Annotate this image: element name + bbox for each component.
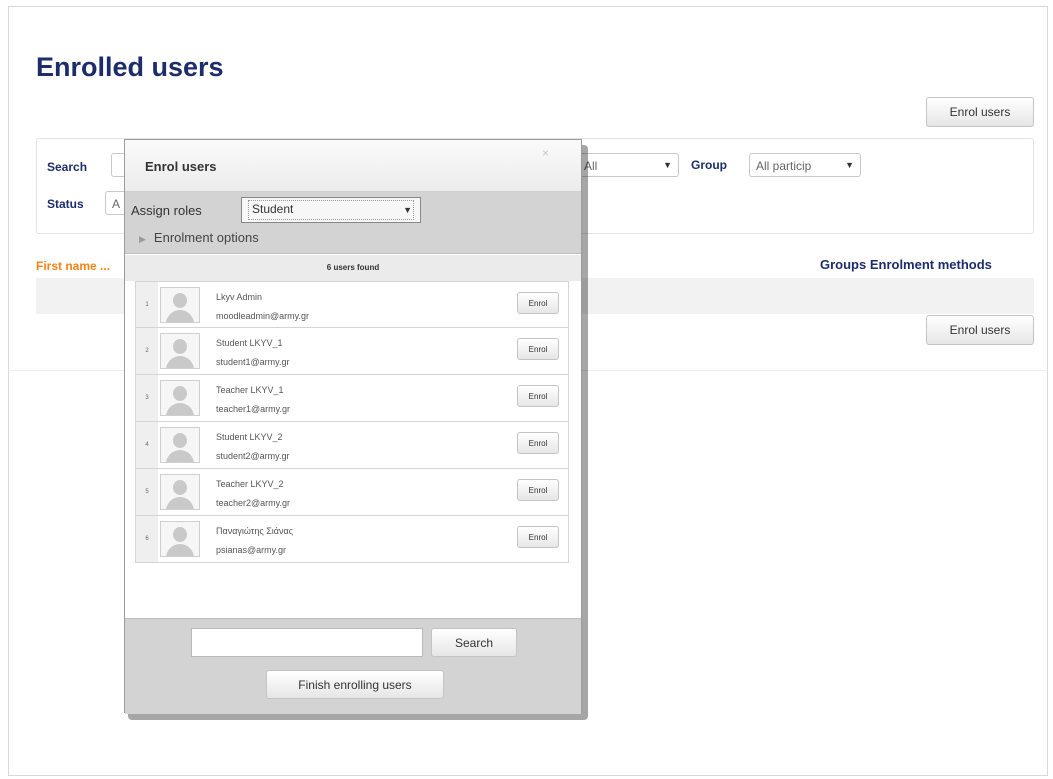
- status-select-value: A: [112, 197, 121, 211]
- chevron-down-icon: ▼: [403, 205, 412, 215]
- user-email: student2@army.gr: [216, 451, 290, 461]
- users-found-count: 6 users found: [125, 255, 581, 281]
- assign-roles-label: Assign roles: [131, 203, 202, 218]
- status-label: Status: [47, 197, 84, 211]
- user-list: 1 Lkyv Admin moodleadmin@army.gr Enrol 2…: [135, 281, 569, 563]
- user-name: Lkyv Admin: [216, 292, 263, 302]
- enrol-users-dialog: Enrol users × Assign roles Student ▼ ▶ En…: [124, 139, 582, 714]
- user-name: Student LKYV_1: [216, 338, 283, 348]
- search-button[interactable]: Search: [431, 628, 517, 657]
- user-placeholder-icon: [160, 474, 200, 510]
- chevron-down-icon: ▼: [663, 160, 672, 170]
- focus-ring: [248, 200, 414, 220]
- column-headers-groups-enrolment: Groups Enrolment methods: [820, 257, 992, 272]
- user-row: 1 Lkyv Admin moodleadmin@army.gr Enrol: [135, 281, 569, 328]
- user-placeholder-icon: [160, 521, 200, 557]
- page-title: Enrolled users: [36, 52, 224, 82]
- user-name: Student LKYV_2: [216, 432, 283, 442]
- user-email: teacher1@army.gr: [216, 404, 290, 414]
- group-select-value: All particip: [756, 159, 812, 173]
- row-number: 3: [136, 375, 158, 421]
- enrolment-options-label: Enrolment options: [153, 230, 259, 245]
- row-number: 6: [136, 516, 158, 562]
- dialog-options-bar: Assign roles Student ▼ ▶ Enrolment option…: [125, 192, 581, 254]
- dialog-footer: Search Finish enrolling users: [125, 618, 581, 714]
- user-placeholder-icon: [160, 380, 200, 416]
- row-number: 5: [136, 469, 158, 515]
- user-row: 4 Student LKYV_2 student2@army.gr Enrol: [135, 422, 569, 469]
- user-row: 5 Teacher LKYV_2 teacher2@army.gr Enrol: [135, 469, 569, 516]
- row-number: 1: [136, 282, 158, 327]
- user-row: 6 Παναγιώτης Σιάνας psianas@army.gr Enro…: [135, 516, 569, 563]
- user-email: student1@army.gr: [216, 357, 290, 367]
- triangle-right-icon: ▶: [139, 234, 146, 244]
- close-icon[interactable]: ×: [542, 146, 549, 160]
- user-row: 2 Student LKYV_1 student1@army.gr Enrol: [135, 328, 569, 375]
- user-placeholder-icon: [160, 333, 200, 369]
- dialog-title: Enrol users: [145, 159, 217, 174]
- chevron-down-icon: ▼: [845, 160, 854, 170]
- enrol-users-button-bottom[interactable]: Enrol users: [926, 315, 1034, 345]
- enrol-user-button[interactable]: Enrol: [517, 338, 559, 360]
- user-email: psianas@army.gr: [216, 545, 286, 555]
- assign-roles-select[interactable]: Student ▼: [241, 197, 421, 223]
- enrol-user-button[interactable]: Enrol: [517, 292, 559, 314]
- row-number: 2: [136, 328, 158, 374]
- user-placeholder-icon: [160, 427, 200, 463]
- enrol-user-button[interactable]: Enrol: [517, 526, 559, 548]
- enrol-user-button[interactable]: Enrol: [517, 432, 559, 454]
- enrolment-options-toggle[interactable]: ▶ Enrolment options: [139, 230, 259, 245]
- enrol-user-button[interactable]: Enrol: [517, 385, 559, 407]
- column-header-first-name[interactable]: First name ...: [36, 259, 110, 273]
- finish-enrolling-button[interactable]: Finish enrolling users: [266, 670, 444, 699]
- user-name: Παναγιώτης Σιάνας: [216, 526, 294, 536]
- group-select[interactable]: All particip ▼: [749, 153, 861, 177]
- user-row: 3 Teacher LKYV_1 teacher1@army.gr Enrol: [135, 375, 569, 422]
- user-name: Teacher LKYV_2: [216, 479, 284, 489]
- user-name: Teacher LKYV_1: [216, 385, 284, 395]
- group-label: Group: [691, 158, 727, 172]
- user-email: teacher2@army.gr: [216, 498, 290, 508]
- user-placeholder-icon: [160, 287, 200, 323]
- enrol-user-button[interactable]: Enrol: [517, 479, 559, 501]
- search-label: Search: [47, 160, 88, 174]
- enrol-users-button-top[interactable]: Enrol users: [926, 97, 1034, 127]
- role-filter-select[interactable]: All ▼: [577, 153, 679, 177]
- row-number: 4: [136, 422, 158, 468]
- dialog-header: Enrol users ×: [125, 140, 581, 192]
- user-email: moodleadmin@army.gr: [216, 311, 310, 321]
- user-search-input[interactable]: [191, 628, 423, 657]
